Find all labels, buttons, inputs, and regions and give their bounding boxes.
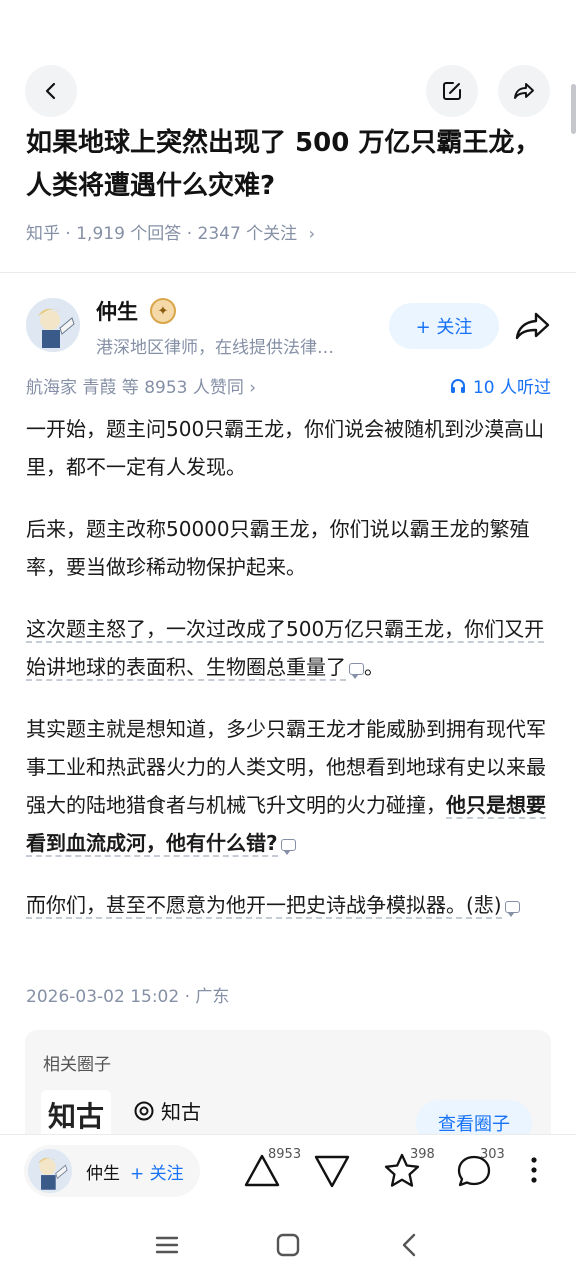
listeners[interactable]: 10 人听过 [449,373,551,398]
paragraph: 后来，题主改称50000只霸王龙，你们说以霸王龙的繁殖率，要当做珍稀动物保护起来… [26,517,530,579]
downvote-icon[interactable] [310,1149,354,1193]
bottom-follow-button[interactable]: + 关注 [130,1159,184,1184]
share-icon[interactable] [514,310,552,342]
section-label: 相关圈子 [43,1055,111,1075]
paragraph: 而你们，甚至不愿意为他开一把史诗战争模拟器。(悲) [26,886,556,924]
listener-count: 10 人听过 [472,378,551,398]
avatar-illustration [28,1149,72,1193]
circle-target-icon [134,1101,154,1120]
medal-icon[interactable]: ✦ [150,298,176,324]
back-nav-icon[interactable] [395,1230,425,1260]
question-source: 知乎 [26,224,60,244]
divider [0,272,576,273]
circle-logo: 知古 [41,1090,111,1140]
avatar [28,1149,72,1193]
follower-count: 2347 个关注 [197,224,298,244]
comment-icon[interactable] [349,663,364,679]
answer-content: 一开始，题主问500只霸王龙，你们说会被随机到沙漠高山里，都不一定有人发现。 后… [26,410,556,948]
paragraph: 这次题主怒了，一次过改成了500万亿只霸王龙，你们又开始讲地球的表面积、生物圈总… [26,617,545,681]
upvote-count: 8953 [268,1147,302,1162]
annotated-text[interactable]: 而你们，甚至不愿意为他开一把史诗战争模拟器。(悲) [26,893,502,919]
avatar-illustration [26,298,80,352]
recent-apps-icon[interactable] [152,1230,182,1260]
answer-count: 1,919 个回答 [76,224,182,244]
bottom-author-chip[interactable]: 仲生 + 关注 [24,1145,200,1197]
bottom-author-name: 仲生 [86,1164,120,1184]
post-time: 2026-03-02 15:02 · 广东 [26,987,230,1007]
author-avatar[interactable] [26,298,80,352]
comment-count: 303 [480,1147,505,1162]
comment-icon[interactable] [280,839,296,855]
chevron-left-icon [45,82,56,100]
chevron-right-icon: › [308,224,315,243]
star-count: 398 [410,1147,435,1162]
bottom-action-bar: 仲生 + 关注 8953 398 303 [0,1134,576,1208]
annotated-text[interactable]: 这次题主怒了，一次过改成了500万亿只霸王龙，你们又开始讲地球的表面积、生物圈总… [26,617,545,681]
more-icon[interactable] [512,1149,556,1193]
headphones-icon [450,378,465,393]
author-name[interactable]: 仲生 [96,296,138,326]
edit-icon [443,82,461,100]
scrollbar-thumb[interactable] [571,84,576,134]
author-description: 港深地区律师，在线提供法律… [96,338,334,358]
question-title[interactable]: 如果地球上突然出现了 500 万亿只霸王龙，人类将遭遇什么灾难? [26,122,546,208]
home-icon[interactable] [273,1230,303,1260]
paragraph: 一开始，题主问500只霸王龙，你们说会被随机到沙漠高山里，都不一定有人发现。 [26,417,545,479]
back-button[interactable] [25,65,77,117]
paragraph: 其实题主就是想知道，多少只霸王龙才能威胁到拥有现代军事工业和热武器火力的人类文明… [26,717,546,857]
share-icon [514,83,534,99]
share-button[interactable] [498,65,550,117]
follow-button[interactable]: + 关注 [389,303,499,349]
system-navigation-bar [0,1208,576,1280]
question-meta[interactable]: 知乎 · 1,919 个回答 · 2347 个关注 › [26,219,315,244]
comment-icon[interactable] [504,901,520,917]
edit-button[interactable] [426,65,478,117]
circle-name[interactable]: 知古 [133,1096,201,1125]
likers-summary[interactable]: 航海家 青葭 等 8953 人赞同 › [26,373,256,398]
